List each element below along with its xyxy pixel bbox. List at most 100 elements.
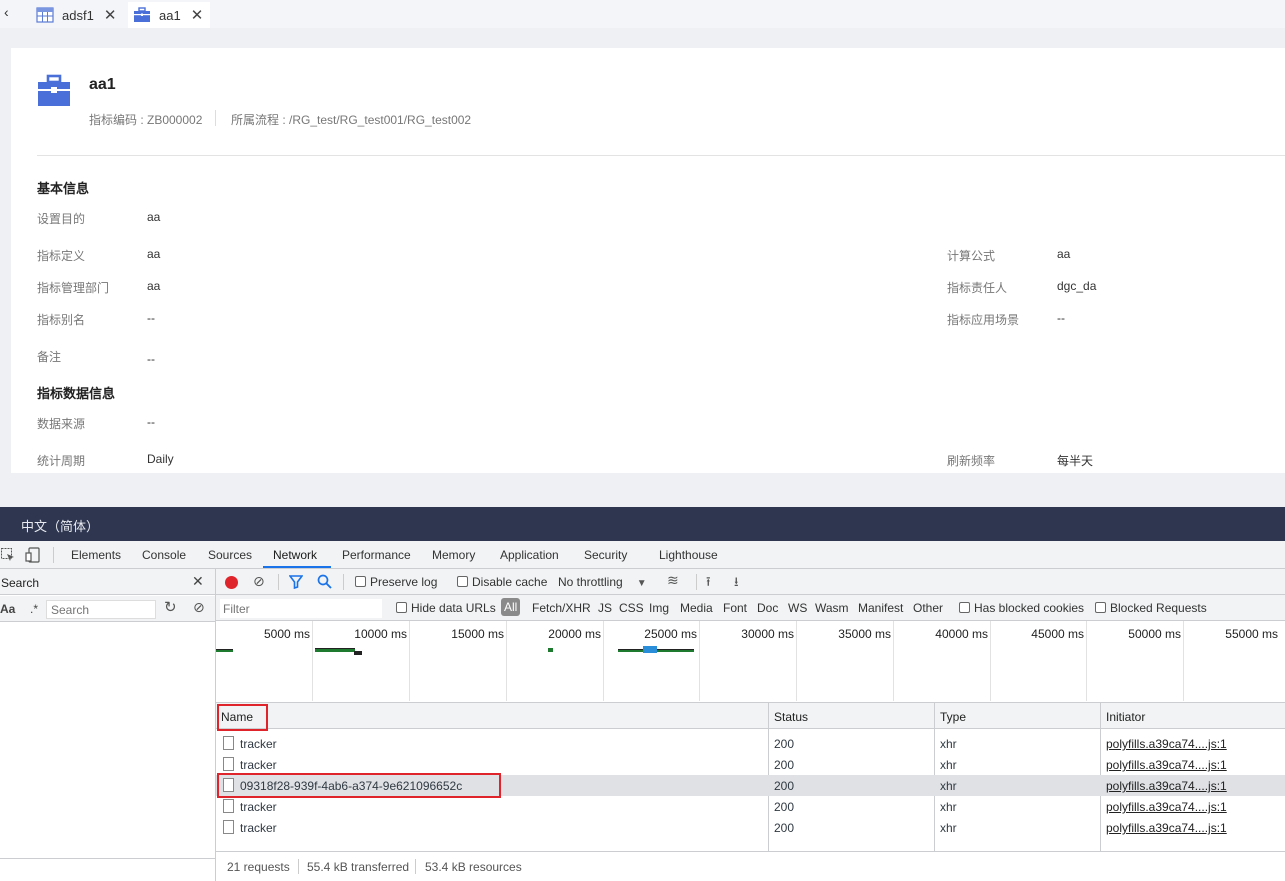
tab-performance[interactable]: Performance — [342, 548, 411, 562]
timeline-tick-label: 40000 ms — [935, 627, 988, 641]
request-initiator-link[interactable]: polyfills.a39ca74....js:1 — [1106, 758, 1227, 772]
has-blocked-cookies-checkbox[interactable]: Has blocked cookies — [959, 601, 1084, 615]
timeline-tick-label: 15000 ms — [451, 627, 504, 641]
tab-adsf1[interactable]: adsf1 ✕ — [36, 2, 128, 28]
request-initiator-link[interactable]: polyfills.a39ca74....js:1 — [1106, 800, 1227, 814]
close-icon[interactable]: ✕ — [191, 6, 204, 24]
table-row[interactable]: tracker 200 xhr polyfills.a39ca74....js:… — [216, 754, 1285, 775]
hide-data-urls-label: Hide data URLs — [411, 601, 496, 615]
checkbox-icon[interactable] — [396, 602, 407, 613]
disable-cache-checkbox[interactable]: Disable cache — [457, 575, 547, 589]
request-status: 200 — [774, 800, 795, 814]
filter-type-img[interactable]: Img — [649, 601, 669, 615]
export-har-icon[interactable]: ⭳ — [734, 573, 739, 595]
device-toolbar-icon[interactable] — [25, 547, 41, 563]
search-icon[interactable] — [317, 574, 332, 589]
filter-type-media[interactable]: Media — [680, 601, 713, 615]
request-initiator-link[interactable]: polyfills.a39ca74....js:1 — [1106, 779, 1227, 793]
timeline-tick-label: 5000 ms — [263, 627, 310, 641]
language-label[interactable]: 中文（简体） — [21, 519, 99, 534]
briefcase-icon — [38, 74, 70, 106]
preserve-log-label: Preserve log — [370, 575, 438, 589]
filter-type-all[interactable]: All — [501, 598, 521, 616]
timeline-gridline — [409, 621, 410, 701]
inspect-element-icon[interactable] — [1, 548, 15, 562]
match-case-button[interactable]: Aa — [0, 602, 15, 616]
hide-data-urls-checkbox[interactable]: Hide data URLs — [396, 601, 496, 615]
tab-memory[interactable]: Memory — [432, 548, 475, 562]
checkbox-icon[interactable] — [355, 576, 366, 587]
request-status: 200 — [774, 737, 795, 751]
field-value-definition: aa — [147, 247, 161, 261]
column-header-status[interactable]: Status — [774, 710, 808, 724]
network-overview-timeline[interactable]: 5000 ms 10000 ms 15000 ms 20000 ms 25000… — [216, 621, 1285, 703]
table-row[interactable]: tracker 200 xhr polyfills.a39ca74....js:… — [216, 817, 1285, 838]
regex-button[interactable]: .* — [30, 602, 38, 616]
preserve-log-checkbox[interactable]: Preserve log — [355, 575, 437, 589]
tab-lighthouse[interactable]: Lighthouse — [659, 548, 718, 562]
column-header-type[interactable]: Type — [940, 710, 966, 724]
table-row[interactable]: tracker 200 xhr polyfills.a39ca74....js:… — [216, 733, 1285, 754]
field-label-purpose: 设置目的 — [37, 212, 86, 226]
close-icon[interactable]: ✕ — [104, 6, 117, 24]
field-label-source: 数据来源 — [37, 417, 86, 431]
field-value-purpose: aa — [147, 210, 161, 224]
resources-size: 53.4 kB resources — [425, 860, 522, 874]
table-row[interactable]: tracker 200 xhr polyfills.a39ca74....js:… — [216, 796, 1285, 817]
field-value-refresh: 每半天 — [1057, 454, 1094, 468]
clear-icon[interactable]: ⊘ — [253, 573, 265, 590]
request-initiator-link[interactable]: polyfills.a39ca74....js:1 — [1106, 821, 1227, 835]
request-name: tracker — [240, 737, 277, 751]
search-input[interactable] — [46, 600, 156, 619]
checkbox-icon[interactable] — [1095, 602, 1106, 613]
filter-input[interactable] — [220, 599, 382, 618]
tab-elements[interactable]: Elements — [71, 548, 121, 562]
clear-icon[interactable]: ⊘ — [193, 599, 205, 616]
transferred-size: 55.4 kB transferred — [307, 860, 410, 874]
tab-security[interactable]: Security — [584, 548, 627, 562]
document-icon — [223, 757, 234, 771]
filter-type-other[interactable]: Other — [913, 601, 943, 615]
import-har-icon[interactable]: ⭱ — [706, 573, 711, 595]
column-divider[interactable] — [934, 703, 935, 728]
filter-type-js[interactable]: JS — [598, 601, 612, 615]
network-conditions-icon[interactable]: ≋ — [667, 572, 679, 589]
document-icon — [223, 820, 234, 834]
refresh-icon[interactable]: ↻ — [164, 598, 177, 616]
filter-type-font[interactable]: Font — [723, 601, 747, 615]
filter-type-ws[interactable]: WS — [788, 601, 807, 615]
tab-sources[interactable]: Sources — [208, 548, 252, 562]
tab-application[interactable]: Application — [500, 548, 559, 562]
record-icon[interactable] — [225, 576, 238, 589]
search-pane-bottom — [0, 858, 215, 859]
blocked-requests-checkbox[interactable]: Blocked Requests — [1095, 601, 1207, 615]
request-type: xhr — [940, 758, 957, 772]
filter-icon[interactable] — [289, 575, 303, 589]
filter-type-wasm[interactable]: Wasm — [815, 601, 849, 615]
checkbox-icon[interactable] — [457, 576, 468, 587]
filter-type-doc[interactable]: Doc — [757, 601, 778, 615]
request-type: xhr — [940, 737, 957, 751]
throttling-select[interactable]: No throttling ▼ — [558, 575, 647, 589]
request-initiator-link[interactable]: polyfills.a39ca74....js:1 — [1106, 737, 1227, 751]
field-value-owner: dgc_da — [1057, 279, 1097, 293]
timeline-bar — [548, 648, 553, 652]
tab-aa1[interactable]: aa1 ✕ — [128, 2, 210, 28]
active-tab-indicator — [263, 566, 331, 568]
timeline-gridline — [893, 621, 894, 701]
language-bar[interactable]: 中文（简体） — [0, 507, 1285, 541]
divider — [53, 547, 54, 563]
filter-type-fetch-xhr[interactable]: Fetch/XHR — [532, 601, 591, 615]
request-status: 200 — [774, 779, 795, 793]
checkbox-icon[interactable] — [959, 602, 970, 613]
timeline-tick-label: 30000 ms — [741, 627, 794, 641]
close-icon[interactable]: ✕ — [192, 573, 204, 590]
column-divider[interactable] — [1100, 703, 1101, 728]
column-divider[interactable] — [768, 703, 769, 728]
back-chevron-icon[interactable]: ‹ — [4, 4, 9, 20]
column-header-initiator[interactable]: Initiator — [1106, 710, 1145, 724]
filter-type-css[interactable]: CSS — [619, 601, 644, 615]
filter-type-manifest[interactable]: Manifest — [858, 601, 903, 615]
tab-network[interactable]: Network — [273, 548, 317, 562]
tab-console[interactable]: Console — [142, 548, 186, 562]
